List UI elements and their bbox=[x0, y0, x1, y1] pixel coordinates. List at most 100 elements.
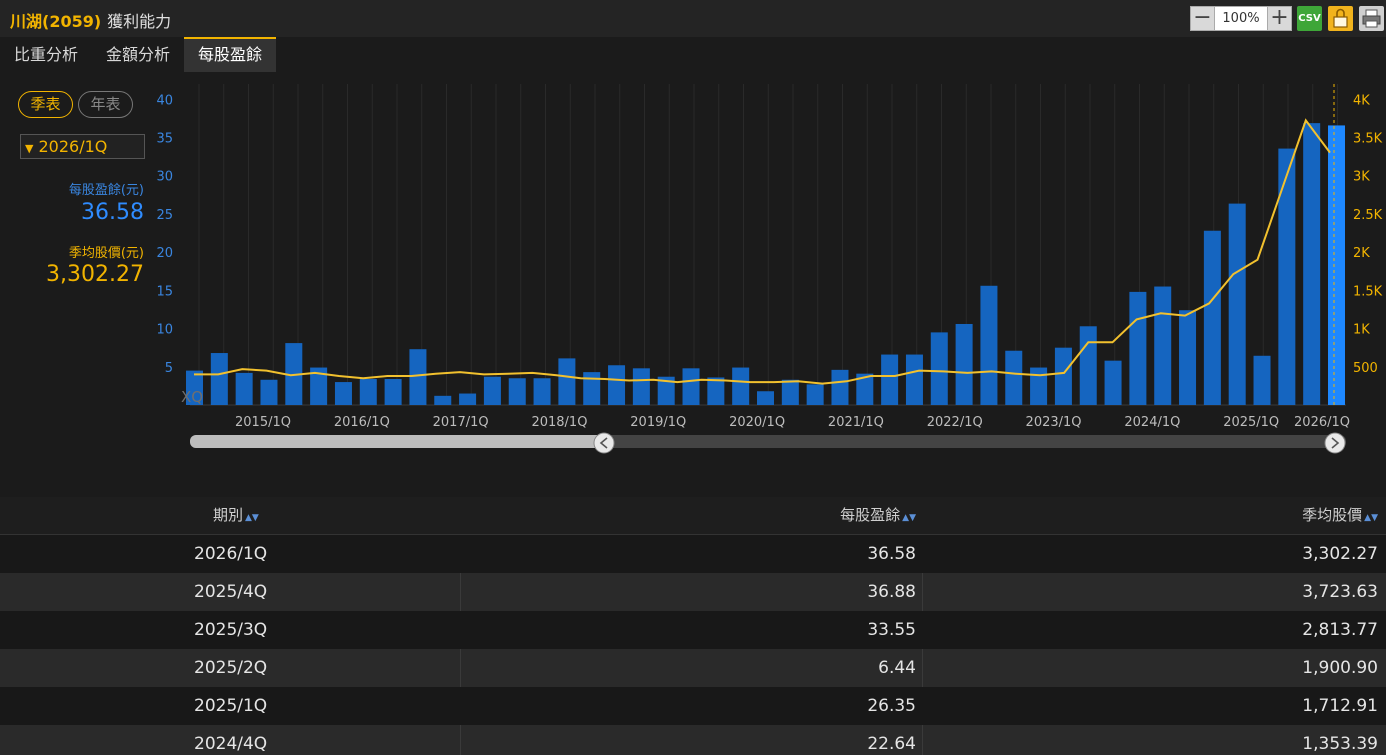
x-tick-label: 2016/1Q bbox=[334, 415, 390, 430]
eps-bar[interactable] bbox=[1079, 326, 1097, 405]
table-row[interactable]: 2024/4Q 22.64 1,353.39 bbox=[0, 725, 1386, 755]
eps-bar[interactable] bbox=[781, 379, 799, 405]
y-right-tick-label: 500 bbox=[1353, 361, 1378, 376]
stock-title: 川湖(2059) bbox=[10, 12, 102, 31]
sort-icon: ▲▼ bbox=[245, 513, 259, 523]
eps-bar[interactable] bbox=[1303, 123, 1321, 406]
x-tick-label: 2025/1Q bbox=[1223, 415, 1279, 430]
tab-amount-analysis[interactable]: 金額分析 bbox=[92, 37, 184, 72]
eps-bar[interactable] bbox=[1228, 203, 1246, 405]
eps-bar[interactable] bbox=[1129, 291, 1147, 405]
eps-bar[interactable] bbox=[905, 354, 923, 405]
lock-icon[interactable] bbox=[1328, 6, 1353, 31]
y-right-tick-label: 1K bbox=[1353, 323, 1370, 338]
eps-bar[interactable] bbox=[955, 323, 973, 405]
eps-bar[interactable] bbox=[1054, 347, 1072, 405]
cell-eps: 36.88 bbox=[460, 573, 922, 611]
eps-bar[interactable] bbox=[707, 377, 725, 405]
eps-bar[interactable] bbox=[1005, 350, 1023, 405]
eps-bar[interactable] bbox=[260, 379, 278, 405]
zoom-control: − 100% + bbox=[1190, 6, 1292, 31]
eps-bar[interactable] bbox=[1179, 310, 1197, 405]
eps-bar[interactable] bbox=[210, 353, 228, 405]
eps-bar[interactable] bbox=[1154, 286, 1172, 405]
eps-bar[interactable] bbox=[384, 379, 402, 405]
eps-bar[interactable] bbox=[583, 372, 601, 405]
eps-bar[interactable] bbox=[757, 391, 774, 405]
header-price[interactable]: 季均股價 ▲▼ bbox=[922, 497, 1386, 534]
tab-proportion-analysis[interactable]: 比重分析 bbox=[0, 37, 92, 72]
x-tick-label: 2017/1Q bbox=[433, 415, 489, 430]
eps-bar[interactable] bbox=[632, 368, 650, 405]
eps-bar[interactable] bbox=[980, 285, 998, 405]
watermark: XQ bbox=[181, 388, 203, 406]
tab-eps[interactable]: 每股盈餘 bbox=[184, 37, 277, 72]
eps-bar[interactable] bbox=[459, 393, 477, 405]
y-left-tick-label: 35 bbox=[156, 132, 173, 147]
zoom-level: 100% bbox=[1215, 6, 1267, 31]
y-right-tick-label: 3.5K bbox=[1353, 132, 1383, 147]
scroll-thumb[interactable] bbox=[190, 435, 604, 448]
cell-price: 3,723.63 bbox=[922, 573, 1386, 611]
eps-bars bbox=[186, 123, 1345, 406]
eps-bar[interactable] bbox=[508, 378, 526, 405]
csv-icon[interactable]: CSV bbox=[1297, 6, 1322, 31]
eps-bar[interactable] bbox=[608, 365, 626, 405]
eps-bar[interactable] bbox=[682, 368, 700, 405]
y-left-tick-label: 5 bbox=[165, 361, 173, 376]
header-period[interactable]: 期別 ▲▼ bbox=[0, 497, 460, 534]
eps-bar[interactable] bbox=[558, 358, 576, 405]
eps-bar[interactable] bbox=[806, 384, 824, 405]
top-bar: 川湖(2059) 獲利能力 − 100% + CSV bbox=[0, 0, 1386, 37]
table-row[interactable]: 2025/2Q 6.44 1,900.90 bbox=[0, 649, 1386, 687]
cell-period: 2025/2Q bbox=[194, 658, 268, 678]
cell-price: 1,353.39 bbox=[922, 725, 1386, 755]
eps-bar[interactable] bbox=[359, 379, 377, 405]
y-left-tick-label: 40 bbox=[156, 93, 173, 108]
table-header: 期別 ▲▼ 每股盈餘 ▲▼ 季均股價 ▲▼ bbox=[0, 497, 1386, 535]
y-right-tick-label: 4K bbox=[1353, 93, 1370, 108]
eps-bar[interactable] bbox=[235, 372, 253, 405]
cell-price: 1,712.91 bbox=[1302, 696, 1378, 716]
minus-icon[interactable]: − bbox=[1190, 6, 1215, 31]
eps-bar[interactable] bbox=[1278, 148, 1296, 405]
cell-eps: 26.35 bbox=[867, 696, 916, 716]
cell-period: 2024/4Q bbox=[194, 734, 268, 754]
y-axis-right: 500 1K 1.5K 2K 2.5K 3K 3.5K 4K bbox=[1353, 93, 1383, 376]
eps-bar[interactable] bbox=[434, 395, 452, 405]
header-eps[interactable]: 每股盈餘 ▲▼ bbox=[460, 497, 922, 534]
y-left-tick-label: 20 bbox=[156, 246, 173, 261]
table-row[interactable]: 2025/1Q 26.35 1,712.91 bbox=[0, 687, 1386, 725]
x-tick-label: 2019/1Q bbox=[630, 415, 686, 430]
eps-bar[interactable] bbox=[334, 382, 352, 405]
eps-bar[interactable] bbox=[1328, 125, 1345, 405]
x-tick-label: 2022/1Q bbox=[927, 415, 983, 430]
eps-bar[interactable] bbox=[1104, 360, 1122, 405]
x-tick-label: 2024/1Q bbox=[1124, 415, 1180, 430]
eps-bar[interactable] bbox=[1203, 230, 1221, 405]
y-right-tick-label: 3K bbox=[1353, 170, 1370, 185]
eps-bar[interactable] bbox=[881, 354, 899, 405]
eps-bar[interactable] bbox=[533, 378, 551, 405]
plus-icon[interactable]: + bbox=[1267, 6, 1292, 31]
eps-bar[interactable] bbox=[483, 376, 501, 405]
eps-bar[interactable] bbox=[1253, 355, 1271, 405]
eps-bar[interactable] bbox=[930, 332, 948, 405]
cell-eps: 36.58 bbox=[867, 544, 916, 564]
cell-eps: 22.64 bbox=[460, 725, 922, 755]
x-tick-label: 2015/1Q bbox=[235, 415, 291, 430]
table-row[interactable]: 2025/4Q 36.88 3,723.63 bbox=[0, 573, 1386, 611]
print-icon[interactable] bbox=[1359, 6, 1384, 31]
table-row[interactable]: 2025/3Q 33.55 2,813.77 bbox=[0, 611, 1386, 649]
eps-bar[interactable] bbox=[409, 349, 427, 405]
cell-period: 2025/1Q bbox=[194, 696, 268, 716]
cell-eps: 6.44 bbox=[460, 649, 922, 687]
x-axis: 2015/1Q 2016/1Q 2017/1Q 2018/1Q 2019/1Q 2020/… bbox=[235, 415, 1350, 430]
eps-bar[interactable] bbox=[732, 367, 750, 405]
y-left-tick-label: 10 bbox=[156, 323, 173, 338]
eps-bar[interactable] bbox=[1030, 367, 1048, 405]
scroll-right-handle[interactable] bbox=[1324, 432, 1346, 454]
table-row[interactable]: 2026/1Q 36.58 3,302.27 bbox=[0, 535, 1386, 573]
eps-bar[interactable] bbox=[831, 369, 849, 405]
scroll-left-handle[interactable] bbox=[593, 432, 615, 454]
